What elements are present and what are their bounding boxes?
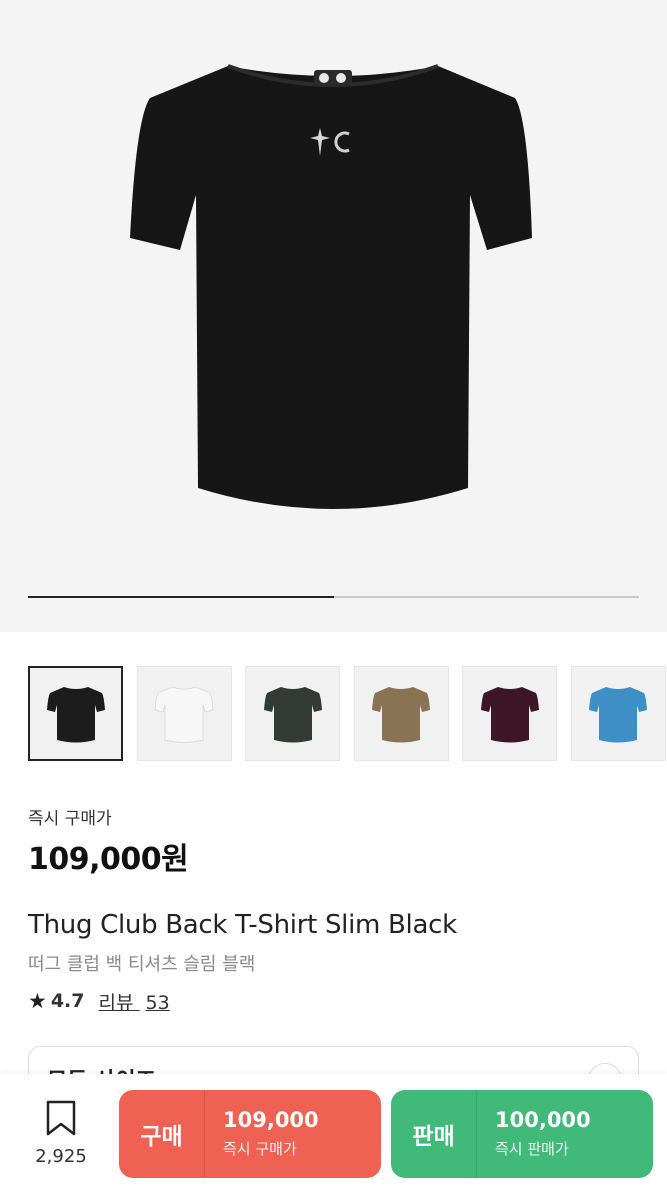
price-value: 109,000원 [28,842,189,877]
review-link[interactable]: 리뷰 53 [99,988,170,1015]
buy-price-caption: 즉시 구매가 [223,1140,297,1158]
product-title-english: Thug Club Back T-Shirt Slim Black [28,910,457,940]
color-thumbnail[interactable] [136,666,232,761]
tshirt-thumbnail-image [589,686,647,742]
color-thumbnail-strip[interactable] [28,666,667,762]
tshirt-thumbnail-image [46,686,105,742]
color-thumbnail[interactable] [245,666,340,761]
price-label: 즉시 구매가 [28,809,112,829]
review-count: 53 [145,991,170,1014]
buy-price: 109,000 [223,1108,319,1132]
bookmark-icon [46,1100,76,1136]
color-thumbnail[interactable] [462,666,557,761]
rating-row: ★ 4.7 리뷰 53 [28,988,170,1014]
product-title-korean: 떠그 클럽 백 티셔츠 슬림 블랙 [28,954,256,975]
color-thumbnail[interactable] [570,666,666,761]
product-image [130,64,532,509]
color-thumbnail[interactable] [28,666,123,761]
product-image-gallery[interactable] [0,0,667,632]
sell-price: 100,000 [495,1108,591,1132]
tshirt-thumbnail-image [154,686,214,743]
bookmark-button[interactable]: 2,925 [30,1100,92,1170]
sell-button-label: 판매 [391,1090,477,1178]
bookmark-count: 2,925 [35,1146,87,1167]
tshirt-thumbnail-image [372,686,430,742]
buy-button-label: 구매 [119,1090,205,1178]
buy-button[interactable]: 구매 109,000 즉시 구매가 [119,1090,381,1178]
sell-price-caption: 즉시 판매가 [495,1140,569,1158]
tshirt-thumbnail-image [480,686,539,742]
tshirt-thumbnail-image [263,686,322,742]
gallery-progress-fill [28,596,334,598]
rating-score: 4.7 [50,990,85,1012]
color-thumbnail[interactable] [353,666,449,761]
gallery-progress-track [28,596,639,598]
bottom-action-bar: 2,925 구매 109,000 즉시 구매가 판매 100,000 즉시 판매… [0,1074,667,1200]
star-icon: ★ [28,989,47,1013]
sell-button[interactable]: 판매 100,000 즉시 판매가 [391,1090,653,1178]
review-label: 리뷰 [98,991,134,1014]
